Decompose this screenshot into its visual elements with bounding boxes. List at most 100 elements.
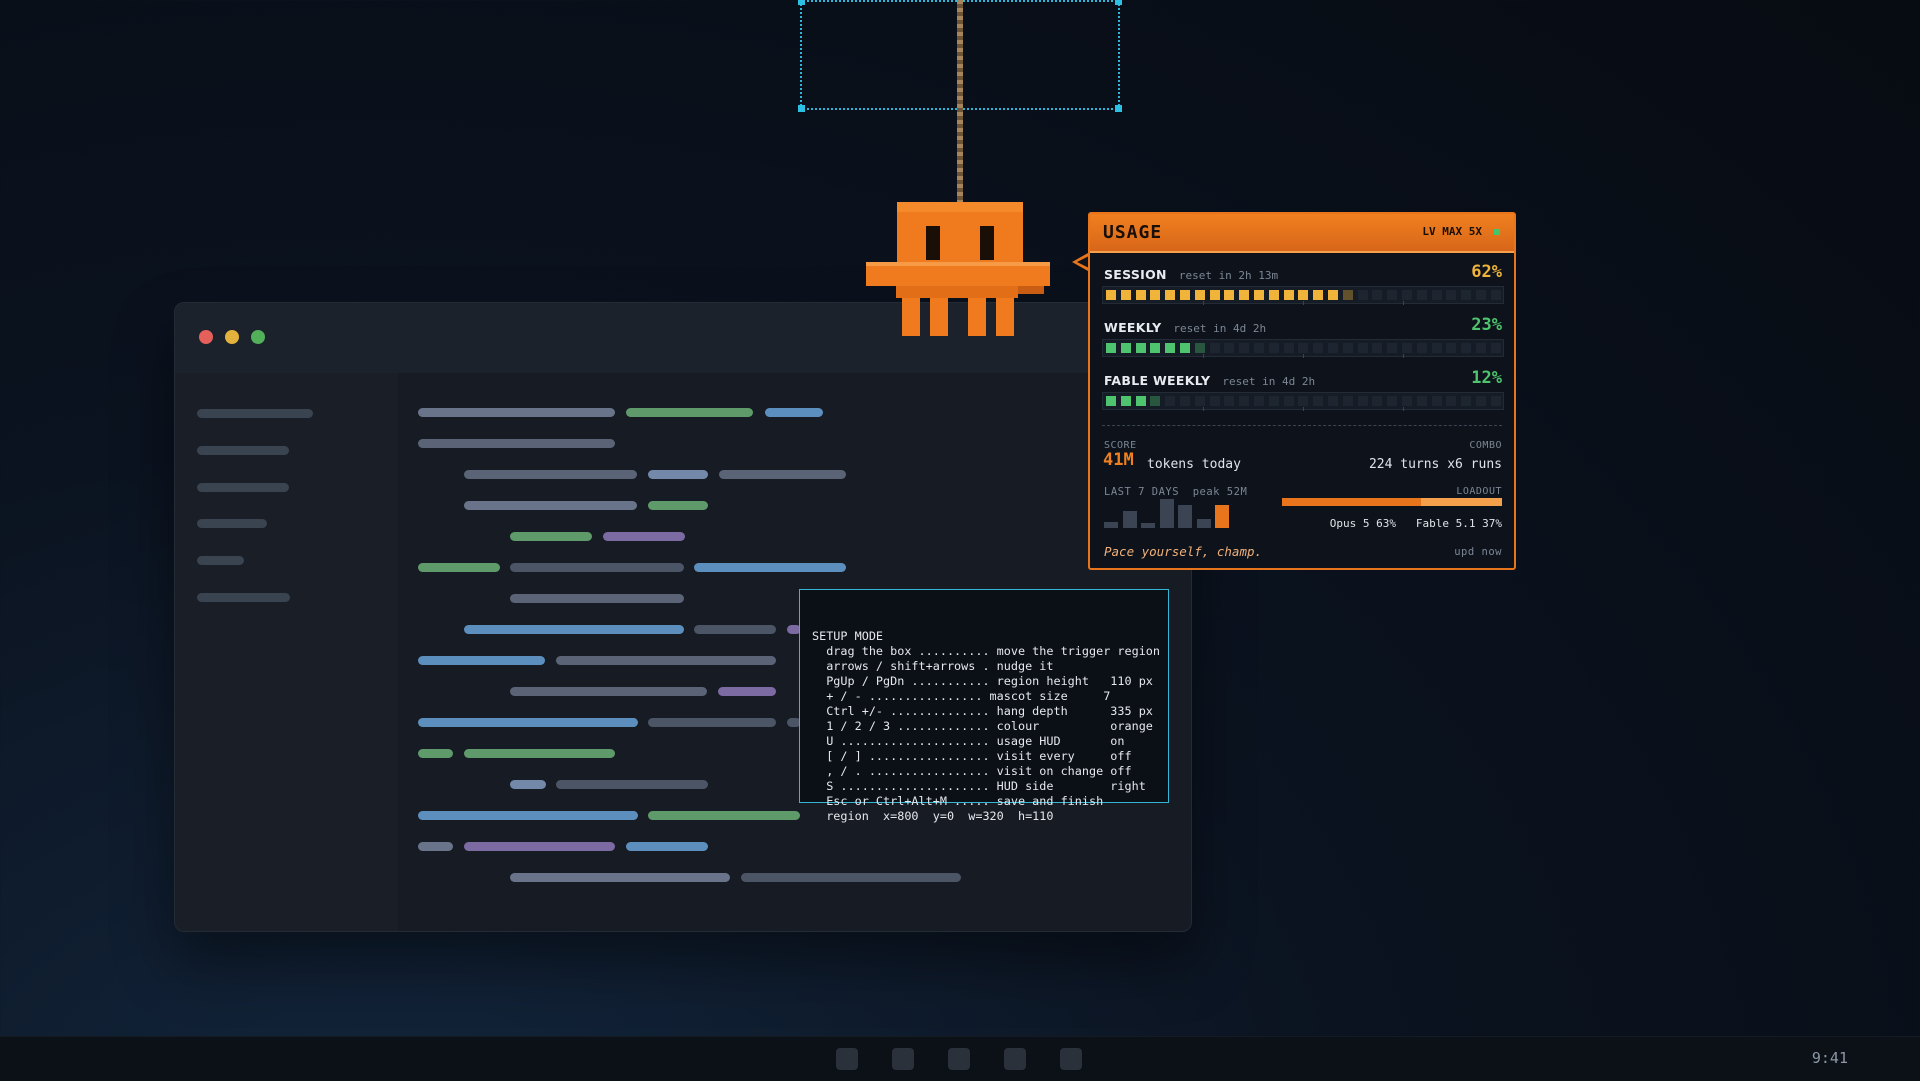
meter-segment (1135, 290, 1146, 300)
meter-segment (1254, 396, 1264, 406)
file-sidebar (175, 373, 398, 931)
meter-segment (1357, 290, 1368, 300)
session-percent: 62% (1471, 262, 1502, 282)
meter-tick (1303, 354, 1304, 358)
meter-segment (1342, 290, 1353, 300)
meter-segment (1239, 396, 1250, 406)
mascot-sprite[interactable] (866, 202, 1050, 336)
mascot-eye-left (926, 226, 940, 260)
meter-segment (1165, 290, 1176, 300)
meter-segment (1150, 290, 1161, 300)
meter-segment (1298, 396, 1309, 406)
meter-segment (1120, 396, 1131, 406)
meter-segment (1342, 343, 1353, 353)
meter-segment (1461, 396, 1472, 406)
meter-segment (1298, 343, 1309, 353)
meter-segment (1476, 290, 1486, 300)
sidebar-item[interactable] (197, 593, 290, 602)
meter-segment (1490, 343, 1501, 353)
meter-segment (1313, 343, 1324, 353)
weekly-reset-text: reset in 4d 2h (1173, 322, 1267, 335)
meter-segment (1268, 290, 1279, 300)
meter-segment (1283, 343, 1294, 353)
day-usage-bar (1141, 523, 1155, 528)
weekly-percent: 23% (1471, 315, 1502, 335)
sidebar-item[interactable] (197, 556, 244, 565)
loadout-label: LOADOUT (1456, 486, 1502, 497)
meter-segment (1150, 396, 1161, 406)
taskbar-app-icon[interactable] (1060, 1048, 1082, 1070)
meter-segment (1490, 396, 1501, 406)
fable-weekly-meter-label: FABLE WEEKLY reset in 4d 2h (1104, 373, 1316, 388)
sidebar-item[interactable] (197, 483, 289, 492)
sidebar-item[interactable] (197, 519, 267, 528)
system-clock: 9:41 (1811, 1049, 1848, 1067)
meter-segment (1268, 343, 1279, 353)
combo-label: COMBO (1469, 440, 1502, 451)
meter-segment (1313, 290, 1324, 300)
minimize-window-button[interactable] (225, 330, 239, 344)
meter-segment (1476, 396, 1486, 406)
maximize-window-button[interactable] (251, 330, 265, 344)
hud-header[interactable]: USAGE LV MAX 5X (1090, 214, 1514, 253)
close-window-button[interactable] (199, 330, 213, 344)
meter-segment (1254, 290, 1264, 300)
resize-handle-top-right[interactable] (1115, 0, 1122, 5)
hud-divider (1102, 425, 1502, 426)
last-7-days-sparkline (1104, 498, 1254, 528)
meter-tick (1203, 354, 1204, 358)
meter-segment (1461, 343, 1472, 353)
meter-segment (1357, 396, 1368, 406)
meter-segment (1357, 343, 1368, 353)
day-usage-bar (1104, 521, 1118, 528)
taskbar-app-icon[interactable] (836, 1048, 858, 1070)
day-usage-bar (1178, 504, 1192, 528)
meter-segment (1328, 343, 1338, 353)
meter-segment (1268, 396, 1279, 406)
updated-status: upd now (1454, 546, 1502, 558)
meter-segment (1402, 290, 1412, 300)
day-usage-bar (1196, 518, 1211, 528)
meter-segment (1283, 290, 1294, 300)
setup-mode-text: SETUP MODE drag the box .......... move … (812, 629, 1161, 823)
meter-segment (1239, 290, 1250, 300)
meter-segment (1446, 343, 1457, 353)
taskbar: 9:41 (0, 1036, 1920, 1081)
live-indicator-icon (1494, 229, 1500, 235)
meter-segment (1387, 396, 1398, 406)
loadout-opus: Opus 5 63% (1329, 517, 1397, 530)
loadout-fable: Fable 5.1 37% (1415, 517, 1502, 530)
taskbar-app-icon[interactable] (892, 1048, 914, 1070)
hud-title: USAGE (1103, 222, 1163, 243)
resize-handle-bottom-left[interactable] (798, 105, 805, 112)
taskbar-app-icon[interactable] (948, 1048, 970, 1070)
sidebar-item[interactable] (197, 409, 313, 418)
meter-segment (1165, 343, 1176, 353)
sidebar-item[interactable] (197, 446, 289, 455)
meter-segment (1209, 343, 1220, 353)
hanging-rope (957, 0, 963, 205)
meter-segment (1328, 290, 1338, 300)
meter-segment (1194, 396, 1205, 406)
meter-segment (1224, 343, 1235, 353)
resize-handle-bottom-right[interactable] (1115, 105, 1122, 112)
meter-segment (1416, 290, 1427, 300)
usage-hud[interactable]: USAGE LV MAX 5X SESSION reset in 2h 13m 6… (1088, 212, 1516, 570)
meter-segment (1135, 396, 1146, 406)
meter-segment (1239, 343, 1250, 353)
day-usage-bar (1122, 511, 1137, 528)
fable-weekly-meter-bar (1102, 392, 1504, 411)
meter-segment (1446, 396, 1457, 406)
meter-tick (1203, 407, 1204, 411)
meter-segment (1342, 396, 1353, 406)
setup-mode-panel: SETUP MODE drag the box .......... move … (799, 589, 1169, 823)
session-meter-label: SESSION reset in 2h 13m (1104, 267, 1279, 282)
meter-segment (1150, 343, 1161, 353)
session-meter-bar (1102, 286, 1504, 305)
taskbar-app-icon[interactable] (1004, 1048, 1026, 1070)
loadout-bar-opus-fill (1282, 498, 1421, 506)
meter-segment (1372, 290, 1383, 300)
meter-segment (1416, 343, 1427, 353)
resize-handle-top-left[interactable] (798, 0, 805, 5)
mascot-eye-right (980, 226, 994, 260)
